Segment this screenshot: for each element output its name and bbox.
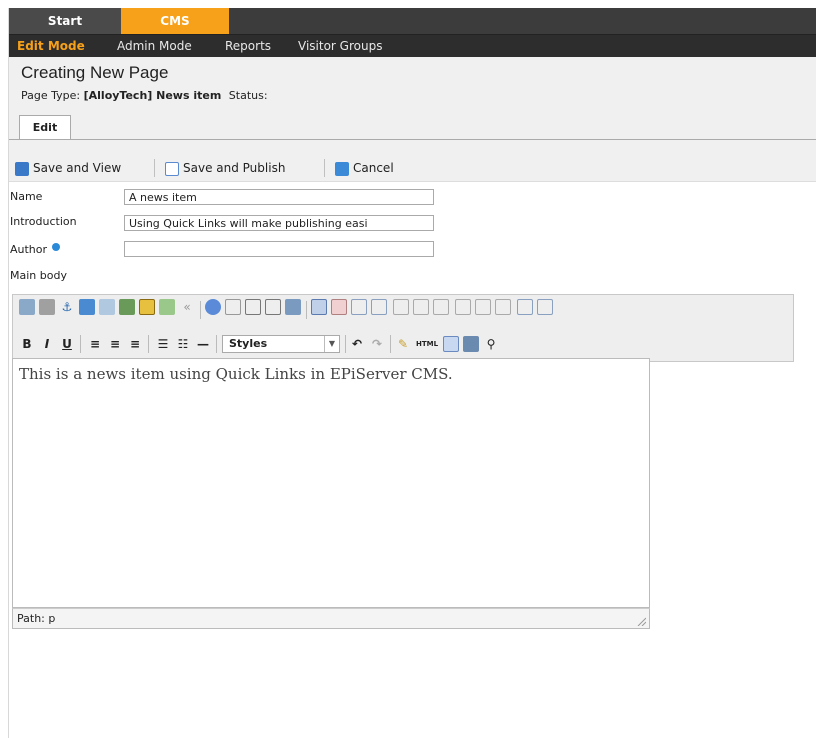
toolbar-separator <box>324 159 325 177</box>
save-and-publish-button[interactable]: Save and Publish <box>165 155 285 181</box>
insert-row-before-icon[interactable] <box>393 299 409 315</box>
copy-icon[interactable] <box>225 299 241 315</box>
delete-col-icon[interactable] <box>495 299 511 315</box>
tab-cms[interactable]: CMS <box>121 8 229 34</box>
resize-handle-icon[interactable] <box>636 616 646 626</box>
nav-visitor-groups[interactable]: Visitor Groups <box>298 35 382 57</box>
cancel-label: Cancel <box>353 161 394 175</box>
author-field[interactable] <box>124 241 434 257</box>
undo-icon[interactable]: ↶ <box>349 336 365 352</box>
insert-row-after-icon[interactable] <box>413 299 429 315</box>
nav-reports[interactable]: Reports <box>225 35 271 57</box>
paste-icon[interactable] <box>245 299 261 315</box>
save-and-publish-label: Save and Publish <box>183 161 286 175</box>
insert-col-after-icon[interactable] <box>475 299 491 315</box>
toolbar-separator <box>390 335 391 353</box>
editor-toolbar: ⚓ « B I U ≡ ≡ ≡ ☰ ☷ — Styles ▼ ↶ ↷ ✎ HTM… <box>12 294 794 362</box>
page-header: Creating New Page Page Type: [AlloyTech]… <box>9 57 816 159</box>
name-field[interactable]: A news item <box>124 189 434 205</box>
editor-path-bar: Path: p <box>12 608 650 629</box>
cell-props-icon[interactable] <box>371 299 387 315</box>
top-navigation: Start CMS <box>9 8 816 34</box>
html-source-button[interactable]: HTML <box>415 336 439 352</box>
cancel-button[interactable]: Cancel <box>335 155 394 181</box>
editor-content-area[interactable]: This is a news item using Quick Links in… <box>12 358 650 608</box>
page-title: Creating New Page <box>21 63 169 82</box>
align-left-icon[interactable]: ≡ <box>87 336 103 352</box>
nav-edit-mode[interactable]: Edit Mode <box>17 35 85 57</box>
quote-icon[interactable]: « <box>179 299 195 315</box>
chevron-down-icon: ▼ <box>324 336 339 352</box>
introduction-label: Introduction <box>10 215 77 228</box>
bold-button[interactable]: B <box>19 336 35 352</box>
styles-select[interactable]: Styles ▼ <box>222 335 340 353</box>
align-right-icon[interactable]: ≡ <box>127 336 143 352</box>
globe-icon <box>51 243 60 251</box>
merge-cells-icon[interactable] <box>537 299 553 315</box>
preview-icon[interactable] <box>463 336 479 352</box>
main-body-label: Main body <box>10 269 67 282</box>
insert-media-icon[interactable] <box>119 299 135 315</box>
paste-word-icon[interactable] <box>285 299 301 315</box>
cms-window: Start CMS Edit Mode Admin Mode Reports V… <box>8 8 816 738</box>
cleanup-icon[interactable]: ✎ <box>395 336 411 352</box>
page-type-value: [AlloyTech] News item <box>83 89 222 102</box>
status-label: Status: <box>228 89 268 102</box>
sub-navigation: Edit Mode Admin Mode Reports Visitor Gro… <box>9 34 816 57</box>
split-cells-icon[interactable] <box>517 299 533 315</box>
styles-select-value: Styles <box>229 337 268 350</box>
search-icon[interactable]: ⚲ <box>483 336 499 352</box>
name-label: Name <box>10 190 43 203</box>
save-and-view-button[interactable]: Save and View <box>15 155 121 181</box>
tab-start[interactable]: Start <box>9 8 121 34</box>
numbered-list-icon[interactable]: ☷ <box>175 336 191 352</box>
page-type-label: Page Type: <box>21 89 81 102</box>
insert-col-before-icon[interactable] <box>455 299 471 315</box>
italic-button[interactable]: I <box>39 336 55 352</box>
nav-admin-mode[interactable]: Admin Mode <box>117 35 192 57</box>
toolbar-separator <box>216 335 217 353</box>
toolbar-separator <box>148 335 149 353</box>
table-props-icon[interactable] <box>331 299 347 315</box>
toolbar-separator <box>154 159 155 177</box>
anchor-icon[interactable]: ⚓ <box>59 299 75 315</box>
save-and-view-label: Save and View <box>33 161 122 175</box>
toolbar-separator <box>306 301 307 319</box>
tab-edit[interactable]: Edit <box>19 115 71 139</box>
bullet-list-icon[interactable]: ☰ <box>155 336 171 352</box>
save-disk-icon <box>15 161 29 176</box>
cancel-x-icon <box>335 161 349 176</box>
editor-content-text[interactable]: This is a news item using Quick Links in… <box>19 365 453 383</box>
toolbar-separator <box>200 301 201 319</box>
underline-button[interactable]: U <box>59 336 75 352</box>
action-toolbar: Save and View Save and Publish Cancel <box>9 155 816 182</box>
paste-text-icon[interactable] <box>265 299 281 315</box>
publish-icon <box>165 161 179 176</box>
unlink-icon[interactable] <box>39 299 55 315</box>
page-type-line: Page Type: [AlloyTech] News item Status: <box>21 89 268 102</box>
dynamic-content-icon[interactable] <box>139 299 155 315</box>
edit-image-icon[interactable] <box>99 299 115 315</box>
insert-link-icon[interactable] <box>19 299 35 315</box>
toolbar-separator <box>345 335 346 353</box>
author-label-text: Author <box>10 243 48 256</box>
toolbar-separator <box>80 335 81 353</box>
row-props-icon[interactable] <box>351 299 367 315</box>
insert-image-icon[interactable] <box>79 299 95 315</box>
cut-icon[interactable] <box>205 299 221 315</box>
path-label: Path: p <box>17 612 56 625</box>
insert-template-icon[interactable] <box>159 299 175 315</box>
tab-divider <box>9 139 816 140</box>
toggle-guidelines-icon[interactable] <box>443 336 459 352</box>
redo-icon[interactable]: ↷ <box>369 336 385 352</box>
introduction-field[interactable]: Using Quick Links will make publishing e… <box>124 215 434 231</box>
horizontal-rule-icon[interactable]: — <box>195 336 211 352</box>
align-center-icon[interactable]: ≡ <box>107 336 123 352</box>
delete-row-icon[interactable] <box>433 299 449 315</box>
author-label: Author <box>10 243 60 256</box>
insert-table-icon[interactable] <box>311 299 327 315</box>
